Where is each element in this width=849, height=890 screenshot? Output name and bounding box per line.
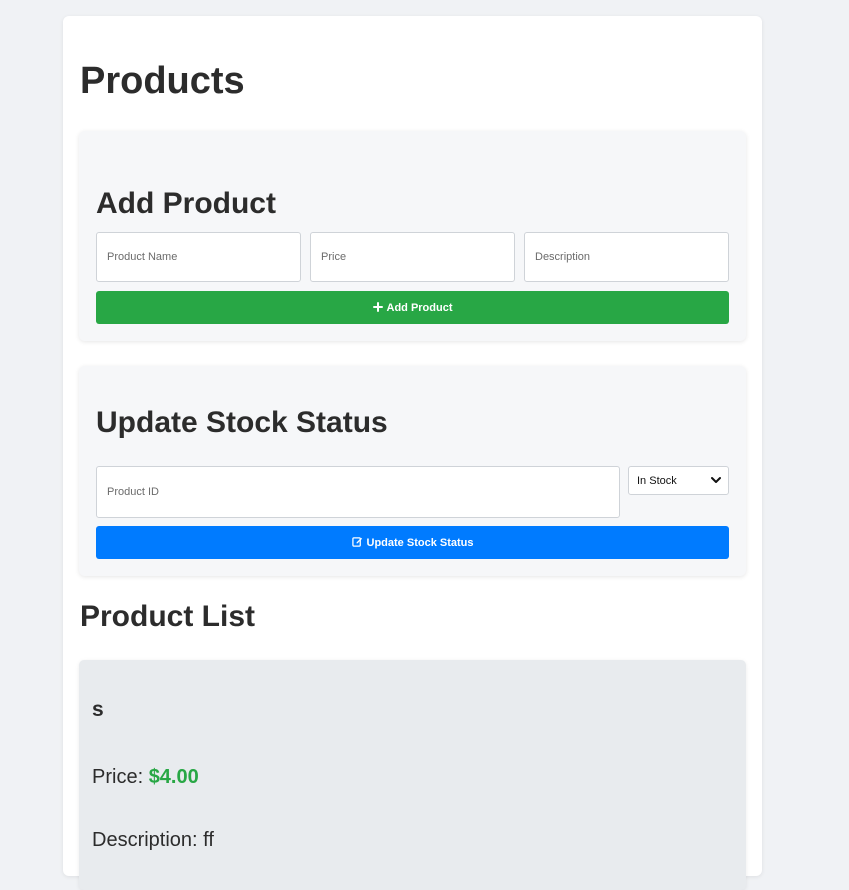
update-stock-card: Update Stock Status In Stock Update Stoc… [79,366,746,576]
update-stock-title: Update Stock Status [96,406,388,439]
product-description-label: Description: [92,829,204,851]
description-input[interactable] [524,232,729,282]
chevron-down-icon [711,477,721,483]
product-name: s [92,698,104,721]
main-container: Products Add Product Add Product Update … [63,16,762,890]
product-list-item: s Price: $4.00 Description: ff [79,660,746,890]
edit-icon [351,536,363,549]
product-price-value: $4.00 [148,766,199,788]
product-description: Description: ff [92,829,214,852]
product-price-label: Price: [92,766,149,788]
product-name-input[interactable] [96,232,301,282]
product-id-input[interactable] [96,466,620,518]
stock-status-selected: In Stock [637,474,677,487]
price-input[interactable] [310,232,515,282]
update-stock-button-label: Update Stock Status [366,536,474,549]
product-price: Price: $4.00 [92,766,199,789]
page-title: Products [80,60,245,102]
product-list-title: Product List [80,600,256,633]
product-description-value: ff [203,829,214,851]
add-product-button-label: Add Product [386,301,453,314]
add-product-card: Add Product Add Product [79,131,746,341]
add-product-button[interactable]: Add Product [96,291,729,324]
stock-status-select[interactable]: In Stock [628,466,729,495]
add-product-title: Add Product [96,187,276,220]
update-stock-button[interactable]: Update Stock Status [96,526,729,559]
plus-icon [372,301,383,314]
